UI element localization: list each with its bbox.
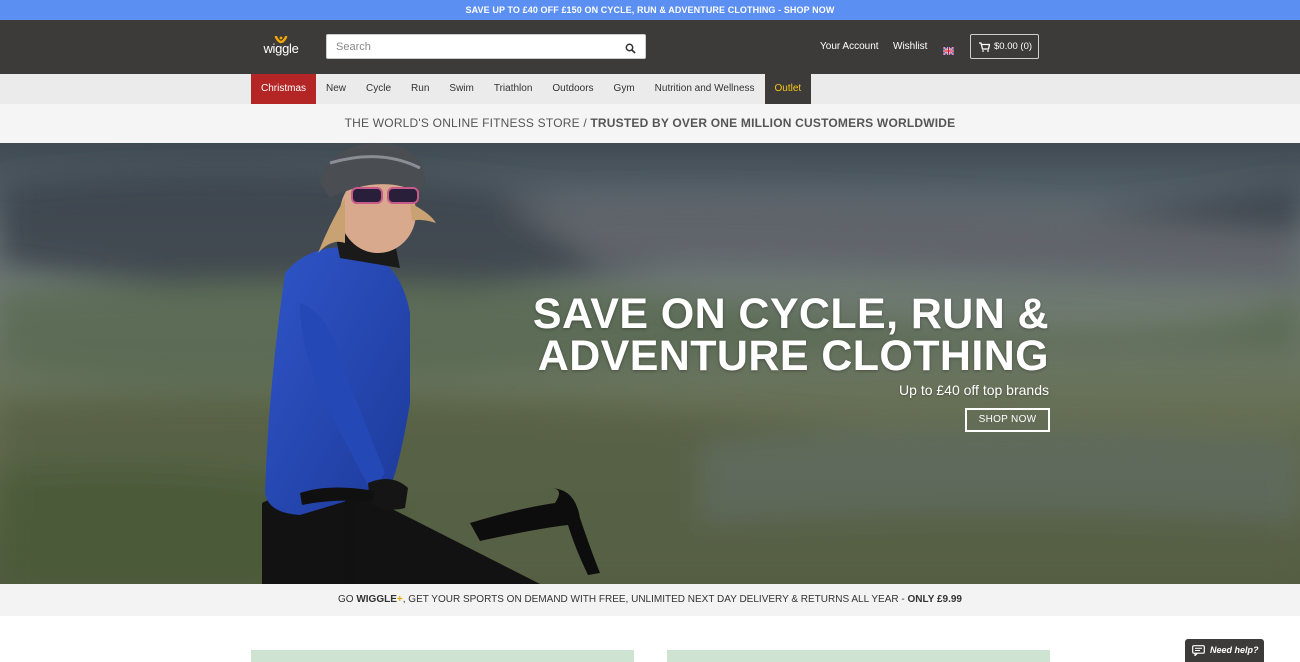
search-icon[interactable] — [625, 41, 636, 54]
promo-tile-left[interactable] — [251, 650, 634, 662]
nav-item-outlet[interactable]: Outlet — [764, 74, 812, 104]
nav-item-christmas[interactable]: Christmas — [251, 74, 317, 104]
trust-tagline: THE WORLD'S ONLINE FITNESS STORE / TRUST… — [0, 104, 1300, 143]
plus-price: ONLY £9.99 — [907, 594, 962, 605]
hero-shop-now-button[interactable]: SHOP NOW — [965, 408, 1050, 432]
flag-icon[interactable] — [942, 42, 955, 56]
nav-item-nutrition[interactable]: Nutrition and Wellness — [645, 74, 765, 104]
cart-icon — [979, 41, 990, 52]
search-input[interactable] — [327, 35, 607, 58]
plus-brand: WIGGLE — [356, 594, 397, 605]
search-box — [326, 34, 646, 59]
tagline-emphasis: TRUSTED BY OVER ONE MILLION CUSTOMERS WO… — [590, 116, 956, 130]
wiggle-logo-mark — [274, 32, 288, 44]
promo-tile-right[interactable] — [667, 650, 1050, 662]
wiggle-logo[interactable]: wiggle — [260, 32, 302, 62]
hero-headline-line1: SAVE ON CYCLE, RUN & — [532, 290, 1049, 338]
nav-item-triathlon[interactable]: Triathlon — [484, 74, 543, 104]
promo-banner[interactable]: SAVE UP TO £40 OFF £150 ON CYCLE, RUN & … — [0, 0, 1300, 20]
site-header: wiggle Your Account Wishlist $0.00 (0) — [0, 20, 1300, 74]
nav-item-new[interactable]: New — [316, 74, 356, 104]
main-navigation: Christmas New Cycle Run Swim Triathlon O… — [0, 74, 1300, 104]
cart-total: $0.00 (0) — [994, 41, 1033, 52]
plus-message: , GET YOUR SPORTS ON DEMAND WITH FREE, U… — [402, 594, 908, 605]
nav-item-cycle[interactable]: Cycle — [356, 74, 401, 104]
cart-button[interactable]: $0.00 (0) — [970, 34, 1039, 59]
hero-headline: SAVE ON CYCLE, RUN & ADVENTURE CLOTHING — [489, 290, 1049, 380]
need-help-label: Need help? — [1210, 645, 1259, 655]
nav-item-gym[interactable]: Gym — [604, 74, 645, 104]
your-account-link[interactable]: Your Account — [820, 40, 879, 53]
chat-icon — [1192, 645, 1205, 656]
hero-headline-line2: ADVENTURE CLOTHING — [537, 332, 1049, 380]
nav-item-outdoors[interactable]: Outdoors — [542, 74, 603, 104]
hero-subheading: Up to £40 off top brands — [899, 382, 1049, 398]
tagline-prefix: THE WORLD'S ONLINE FITNESS STORE / — [344, 116, 591, 130]
need-help-button[interactable]: Need help? — [1185, 639, 1264, 662]
hero-banner[interactable]: SAVE ON CYCLE, RUN & ADVENTURE CLOTHING … — [0, 143, 1300, 584]
nav-item-run[interactable]: Run — [401, 74, 439, 104]
wishlist-link[interactable]: Wishlist — [893, 40, 927, 53]
wiggle-plus-banner[interactable]: GO WIGGLE+, GET YOUR SPORTS ON DEMAND WI… — [0, 584, 1300, 616]
nav-item-swim[interactable]: Swim — [439, 74, 483, 104]
plus-go: GO — [338, 594, 357, 605]
